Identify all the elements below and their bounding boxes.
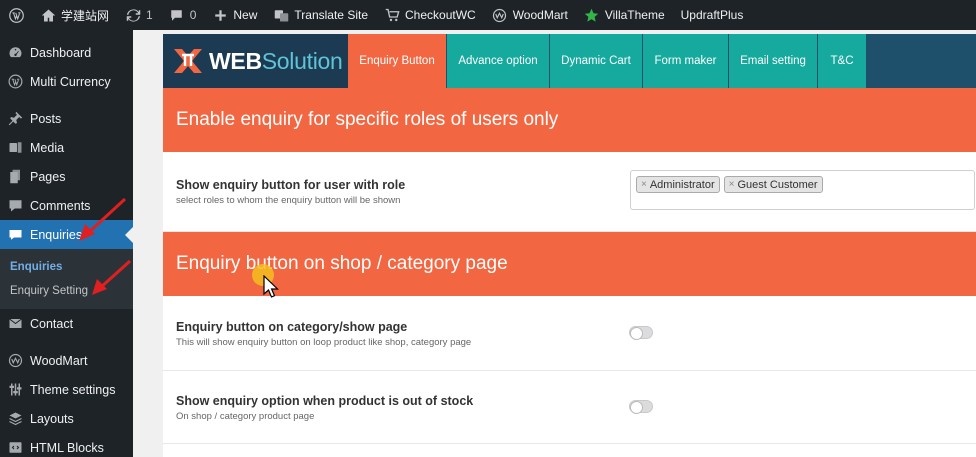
logo-brand: WEB (209, 47, 262, 74)
pin-icon (7, 111, 23, 127)
home-icon (40, 7, 56, 23)
admin-bar: 学建站网 1 0 New Translate Site CheckoutWC W… (0, 0, 976, 30)
dashboard-icon (7, 45, 23, 61)
sidebar-top-gap (0, 30, 133, 38)
translate-label: Translate Site (294, 8, 368, 22)
sidebar-item-posts[interactable]: Posts (0, 104, 133, 133)
woodmart-label: WoodMart (512, 8, 568, 22)
role-chip-label: Administrator (649, 178, 715, 191)
layers-icon (7, 411, 23, 427)
annotation-arrow-icon (79, 197, 127, 241)
refresh-icon (125, 7, 141, 23)
sidebar-item-label: Media (30, 140, 65, 155)
remove-chip-icon[interactable]: × (641, 179, 647, 190)
sidebar-separator (0, 96, 133, 104)
tab-email-setting[interactable]: Email setting (729, 34, 818, 88)
websolution-logo: WEBSolution (163, 34, 348, 88)
villatheme-label: VillaTheme (604, 8, 665, 22)
sidebar-separator (0, 338, 133, 346)
sidebar-item-label: Theme settings (30, 382, 116, 397)
updraftplus-menu[interactable]: UpdraftPlus (673, 0, 752, 30)
setting-row-category-page: Enquiry button on category/show page Thi… (163, 296, 976, 371)
sidebar-item-label: WoodMart (30, 353, 88, 368)
section-heading-shop-page: Enquiry button on shop / category page (163, 232, 976, 296)
logo-brand-accent: Solution (261, 47, 343, 74)
remove-chip-icon[interactable]: × (729, 179, 735, 190)
sidebar-item-label: Layouts (30, 411, 74, 426)
sliders-icon (7, 382, 23, 398)
sidebar-item-layouts[interactable]: Layouts (0, 404, 133, 433)
tab-enquiry-button[interactable]: Enquiry Button (348, 34, 447, 88)
pi-logo-icon (174, 49, 202, 73)
sidebar-item-label: Multi Currency (30, 74, 111, 89)
sidebar-item-media[interactable]: Media (0, 133, 133, 162)
code-icon (7, 440, 23, 456)
annotation-arrow-icon (92, 259, 132, 295)
woodmart-icon (7, 353, 23, 369)
checkout-label: CheckoutWC (405, 8, 476, 22)
updraft-label: UpdraftPlus (680, 8, 744, 22)
sidebar-item-label: Posts (30, 111, 62, 126)
site-name: 学建站网 (61, 8, 110, 23)
comments-menu[interactable]: 0 (161, 0, 205, 30)
cart-icon (384, 7, 400, 23)
site-name-menu[interactable]: 学建站网 (32, 0, 117, 30)
sidebar-item-dashboard[interactable]: Dashboard (0, 38, 133, 67)
tab-advance-option[interactable]: Advance option (447, 34, 550, 88)
wordpress-icon (8, 7, 24, 23)
tab-tnc[interactable]: T&C (818, 34, 867, 88)
new-content-menu[interactable]: New (204, 0, 265, 30)
settings-tabbar: WEBSolution Enquiry Button Advance optio… (163, 34, 976, 88)
mail-icon (7, 316, 23, 332)
role-chip[interactable]: × Guest Customer (723, 176, 823, 193)
logo-text: WEBSolution (209, 47, 343, 75)
setting-description: This will show enquiry button on loop pr… (176, 337, 472, 348)
sidebar-item-label: Pages (30, 169, 66, 184)
tab-form-maker[interactable]: Form maker (643, 34, 729, 88)
setting-title: Enquiry button on category/show page (176, 320, 408, 334)
sidebar-item-pages[interactable]: Pages (0, 162, 133, 191)
role-chip[interactable]: × Administrator (636, 176, 720, 193)
media-icon (7, 140, 23, 156)
translate-menu[interactable]: Translate Site (265, 0, 376, 30)
setting-row-out-of-stock: Show enquiry option when product is out … (163, 371, 976, 444)
sidebar-item-html-blocks[interactable]: HTML Blocks (0, 433, 133, 457)
sidebar-item-theme-settings[interactable]: Theme settings (0, 375, 133, 404)
out-of-stock-toggle[interactable] (629, 400, 653, 414)
roles-multiselect[interactable]: × Administrator × Guest Customer (630, 170, 975, 210)
updates-menu[interactable]: 1 (117, 0, 161, 30)
tab-dynamic-cart[interactable]: Dynamic Cart (550, 34, 643, 88)
woodmart-icon (492, 7, 508, 23)
category-page-toggle[interactable] (629, 326, 653, 340)
star-icon (584, 7, 600, 23)
sidebar-item-label: Dashboard (30, 45, 92, 60)
wordpress-icon (7, 74, 23, 90)
setting-title: Show enquiry option when product is out … (176, 394, 474, 408)
wp-logo-menu[interactable] (0, 0, 32, 30)
updates-count: 1 (146, 8, 153, 22)
setting-row-user-role: Show enquiry button for user with role s… (163, 152, 976, 232)
setting-description: On shop / category product page (176, 411, 315, 422)
sidebar-item-label: Contact (30, 316, 74, 331)
sidebar-item-contact[interactable]: Contact (0, 309, 133, 338)
section-heading-roles: Enable enquiry for specific roles of use… (163, 88, 976, 152)
woodmart-menu[interactable]: WoodMart (484, 0, 576, 30)
new-label: New (233, 8, 258, 22)
mouse-cursor-icon (263, 275, 279, 298)
translate-icon (273, 7, 289, 23)
page-icon (7, 169, 23, 185)
checkoutwc-menu[interactable]: CheckoutWC (376, 0, 484, 30)
plus-icon (212, 7, 228, 23)
sidebar-item-label: HTML Blocks (30, 440, 104, 455)
sidebar-item-woodmart[interactable]: WoodMart (0, 346, 133, 375)
comment-bubble-icon (169, 7, 185, 23)
settings-panel: WEBSolution Enquiry Button Advance optio… (163, 34, 976, 457)
role-chip-label: Guest Customer (737, 178, 818, 191)
comments-count: 0 (189, 8, 197, 22)
quote-icon (7, 227, 23, 243)
sidebar-item-multi-currency[interactable]: Multi Currency (0, 67, 133, 96)
villatheme-menu[interactable]: VillaTheme (576, 0, 673, 30)
comment-icon (7, 198, 23, 214)
